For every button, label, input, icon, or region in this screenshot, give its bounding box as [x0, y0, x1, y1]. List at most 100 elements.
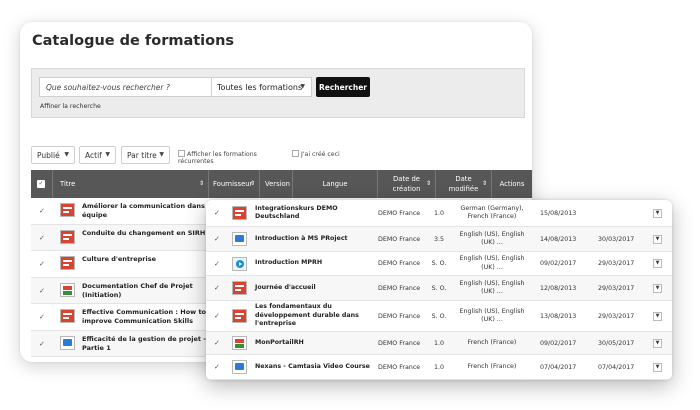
- active-filter[interactable]: Actif ▼: [79, 146, 116, 164]
- created-date-cell: 07/04/2017: [540, 363, 577, 371]
- provider-cell: DEMO France: [378, 209, 421, 217]
- modified-date-cell: 29/03/2017: [598, 260, 635, 267]
- created-date-cell: 09/02/2017: [540, 260, 577, 267]
- table-row[interactable]: ✓ Culture d'entreprise: [31, 251, 231, 278]
- row-checkbox[interactable]: ✓: [39, 340, 45, 348]
- course-title-link[interactable]: Integrationskurs DEMO Deutschland: [255, 200, 373, 226]
- row-checkbox[interactable]: ✓: [39, 207, 45, 215]
- row-checkbox[interactable]: ✓: [214, 252, 220, 275]
- row-action-dropdown[interactable]: ▼: [653, 311, 662, 321]
- row-checkbox[interactable]: ✓: [214, 227, 220, 251]
- sort-icon: ⇕: [198, 180, 204, 187]
- table-row[interactable]: ✓ Journée d'accueil DEMO France S. O. Englis…: [206, 276, 672, 301]
- row-checkbox[interactable]: ✓: [214, 200, 220, 226]
- table-row[interactable]: ✓ Efficacité de la gestion de projet - Pa…: [31, 330, 231, 357]
- checkbox-icon: [292, 150, 299, 157]
- modified-date-cell: 29/03/2017: [598, 312, 635, 320]
- course-title-link[interactable]: Introduction à MS PRoject: [255, 227, 373, 251]
- page-title: Catalogue de formations: [32, 33, 235, 49]
- course-thumbnail: [232, 301, 247, 331]
- column-version[interactable]: Version: [260, 170, 293, 198]
- created-date-cell: 09/02/2017: [540, 339, 577, 347]
- select-all-checkbox[interactable]: ✓: [37, 180, 45, 188]
- row-checkbox[interactable]: ✓: [214, 276, 220, 300]
- course-title-link[interactable]: Introduction MPRH: [255, 252, 373, 275]
- course-thumbnail: [232, 252, 247, 275]
- version-cell: S. O.: [431, 284, 447, 292]
- search-input[interactable]: [39, 77, 211, 97]
- column-created[interactable]: Date de création ⇕: [378, 170, 436, 198]
- active-filter-label: Actif: [85, 151, 102, 160]
- version-cell: 1.0: [433, 363, 444, 371]
- row-actions-cell: ▼: [653, 227, 662, 251]
- course-title-link[interactable]: MonPortailRH: [255, 332, 373, 354]
- course-thumbnail: [232, 276, 247, 300]
- course-title-link[interactable]: Journée d'accueil: [255, 276, 373, 300]
- row-checkbox[interactable]: ✓: [39, 260, 45, 268]
- published-filter[interactable]: Publié ▼: [31, 146, 75, 164]
- refine-search-link[interactable]: Affiner la recherche: [40, 103, 101, 110]
- provider-cell: DEMO France: [378, 312, 421, 320]
- created-by-me-checkbox[interactable]: J'ai créé ceci: [292, 150, 347, 158]
- table-row[interactable]: ✓ Améliorer la communication dans mon équ…: [31, 198, 231, 225]
- row-action-dropdown[interactable]: ▼: [653, 338, 662, 348]
- course-title-link[interactable]: Les fondamentaux du développement durabl…: [255, 301, 373, 331]
- table-row[interactable]: ✓ Integrationskurs DEMO Deutschland DEMO F…: [206, 200, 672, 227]
- row-checkbox[interactable]: ✓: [214, 355, 220, 379]
- column-title[interactable]: Titre ⇕: [53, 170, 209, 198]
- created-date-cell: 13/08/2013: [540, 312, 577, 320]
- document-icon: [60, 229, 75, 244]
- provider-cell: DEMO France: [378, 284, 421, 292]
- language-cell: English (US), English (UK) ...: [459, 230, 525, 247]
- row-checkbox[interactable]: ✓: [39, 234, 45, 242]
- row-checkbox[interactable]: ✓: [39, 313, 45, 321]
- select-all-cell[interactable]: ✓: [31, 170, 53, 198]
- column-provider-label: Fournisseur: [213, 180, 253, 188]
- row-action-dropdown[interactable]: ▼: [653, 362, 662, 372]
- column-language-label: Langue: [322, 180, 348, 188]
- books-icon: [232, 336, 247, 350]
- sort-filter[interactable]: Par titre ▼: [121, 146, 170, 164]
- table-row[interactable]: ✓ Les fondamentaux du développement durab…: [206, 301, 672, 332]
- table-row[interactable]: ✓ Nexans - Camtasia Video Course DEMO Fran…: [206, 355, 672, 380]
- recurrent-checkbox[interactable]: Afficher les formations récurrentes: [178, 150, 293, 165]
- row-action-dropdown[interactable]: ▼: [653, 283, 662, 293]
- version-cell: S. O.: [431, 260, 447, 267]
- provider-cell: DEMO France: [378, 260, 421, 267]
- video-icon: [232, 256, 247, 271]
- version-cell: 1.0: [433, 209, 444, 217]
- table-row[interactable]: ✓ Effective Communication : How to improv…: [31, 304, 231, 331]
- language-cell: French (France): [467, 338, 517, 346]
- sort-icon: ⇕: [425, 180, 431, 187]
- search-button[interactable]: Rechercher: [316, 77, 370, 97]
- document-icon: [232, 206, 247, 220]
- table-row[interactable]: ✓ Introduction à MS PRoject DEMO France 3.5…: [206, 227, 672, 252]
- row-action-dropdown[interactable]: ▼: [653, 234, 662, 244]
- table-row[interactable]: ✓ MonPortailRH DEMO France 1.0 French (Franc…: [206, 332, 672, 355]
- row-checkbox[interactable]: ✓: [214, 301, 220, 331]
- chevron-down-icon: ▼: [64, 151, 69, 158]
- column-actions-label: Actions: [499, 180, 525, 188]
- column-language[interactable]: Langue: [293, 170, 378, 198]
- screen-icon: [232, 232, 247, 246]
- course-thumbnail: [232, 332, 247, 354]
- document-icon: [60, 203, 75, 217]
- course-thumbnail: [232, 227, 247, 251]
- row-action-dropdown[interactable]: ▼: [653, 259, 662, 268]
- row-actions-cell: ▼: [653, 355, 662, 379]
- language-cell: French (France): [467, 362, 517, 370]
- row-checkbox[interactable]: ✓: [39, 287, 45, 295]
- table-row[interactable]: ✓ Conduite du changement en SIRH: [31, 224, 231, 251]
- table-row[interactable]: ✓ Introduction MPRH DEMO France S. O. Englis…: [206, 252, 672, 276]
- created-date-cell: 14/08/2013: [540, 235, 577, 243]
- course-title-link[interactable]: Nexans - Camtasia Video Course: [255, 355, 373, 379]
- row-action-dropdown[interactable]: ▼: [653, 208, 662, 218]
- column-modified[interactable]: Date modifiée ⇕: [436, 170, 492, 198]
- version-cell: 1.0: [433, 339, 444, 347]
- table-row[interactable]: ✓ Documentation Chef de Projet (Initiatio…: [31, 277, 231, 304]
- provider-cell: DEMO France: [378, 235, 421, 243]
- row-checkbox[interactable]: ✓: [214, 332, 220, 354]
- scope-select[interactable]: Toutes les formations ▼: [211, 77, 312, 97]
- column-provider[interactable]: Fournisseur ⇕: [209, 170, 260, 198]
- chevron-down-icon: ▼: [300, 83, 305, 90]
